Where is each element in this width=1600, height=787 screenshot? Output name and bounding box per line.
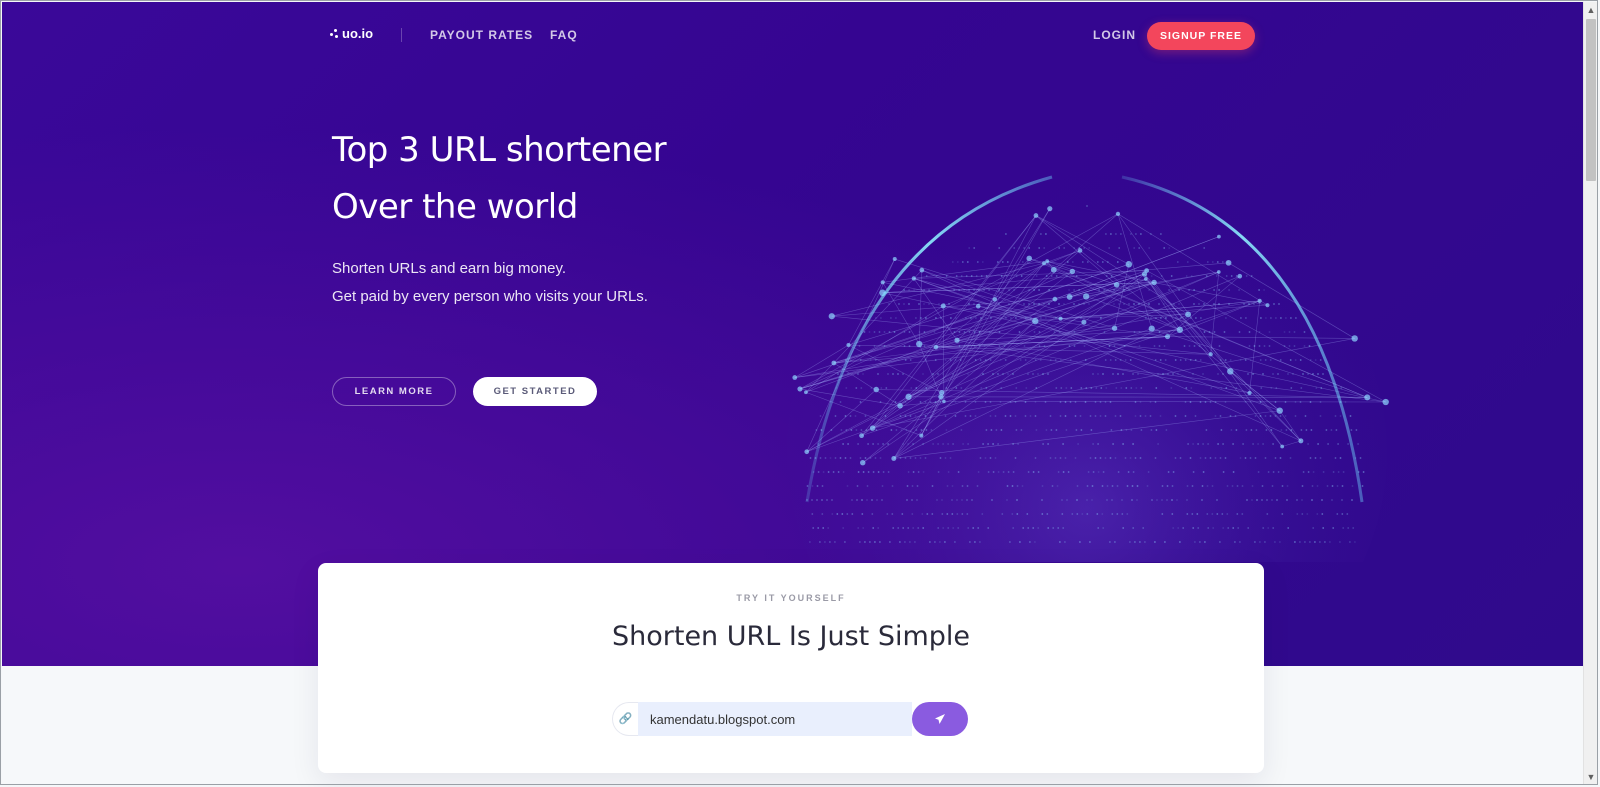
nav-faq[interactable]: FAQ — [550, 28, 578, 42]
url-input[interactable] — [638, 702, 912, 736]
site-logo[interactable]: uo.io — [330, 26, 373, 41]
shorten-url-form: 🔗 — [612, 702, 970, 736]
learn-more-button[interactable]: LEARN MORE — [332, 377, 456, 406]
card-title: Shorten URL Is Just Simple — [611, 621, 971, 652]
card-eyebrow: TRY IT YOURSELF — [736, 593, 846, 603]
globe-network-illustration — [787, 172, 1389, 562]
login-link[interactable]: LOGIN — [1093, 28, 1136, 42]
hero-subtitle-line2: Get paid by every person who visits your… — [332, 288, 648, 305]
top-navbar: uo.io PAYOUT RATES FAQ LOGIN SIGNUP FREE — [2, 2, 1583, 68]
nav-payout-rates[interactable]: PAYOUT RATES — [430, 28, 533, 42]
hero-title-line2: Over the world — [332, 187, 578, 227]
paper-plane-icon — [935, 714, 945, 724]
shortener-card: TRY IT YOURSELF Shorten URL Is Just Simp… — [318, 563, 1264, 773]
logo-text: uo.io — [342, 26, 374, 41]
page-scrollbar[interactable]: ▲ ▼ — [1583, 2, 1598, 785]
scroll-up-arrow-icon[interactable]: ▲ — [1584, 2, 1598, 18]
scroll-down-arrow-icon[interactable]: ▼ — [1584, 769, 1598, 785]
logo-dots-icon — [330, 28, 340, 39]
signup-free-button[interactable]: SIGNUP FREE — [1147, 22, 1255, 50]
hero-subtitle-line1: Shorten URLs and earn big money. — [332, 260, 567, 277]
get-started-button[interactable]: GET STARTED — [473, 377, 597, 406]
scroll-thumb[interactable] — [1586, 19, 1596, 181]
hero-title-line1: Top 3 URL shortener — [332, 130, 667, 170]
link-icon: 🔗 — [612, 702, 638, 736]
nav-divider — [401, 28, 402, 42]
shorten-submit-button[interactable] — [912, 702, 968, 736]
